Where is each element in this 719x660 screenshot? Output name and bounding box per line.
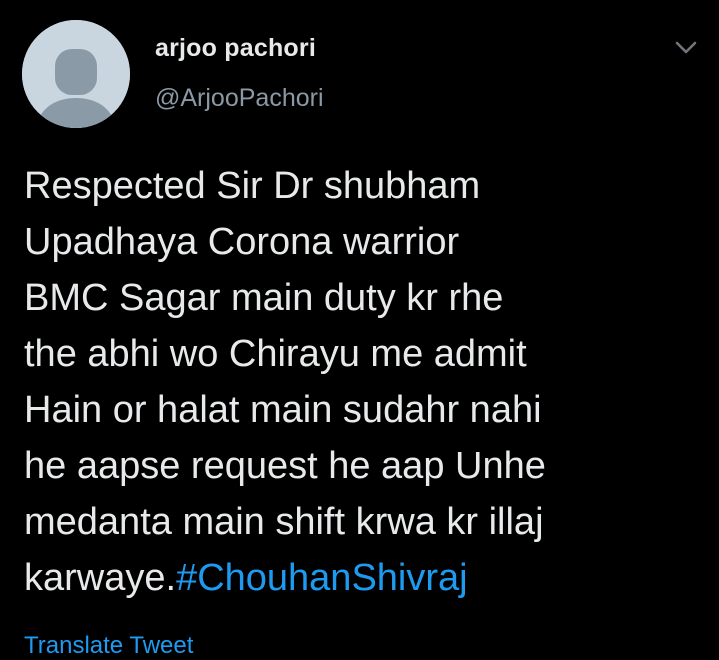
- display-name[interactable]: arjoo pachori: [155, 34, 316, 63]
- user-handle[interactable]: @ArjooPachori: [155, 84, 324, 113]
- hashtag-link[interactable]: #ChouhanShivraj: [176, 557, 468, 599]
- chevron-down-icon[interactable]: [672, 36, 700, 58]
- default-avatar-icon: [22, 20, 130, 128]
- tweet-text: Respected Sir Dr shubham Upadhaya Corona…: [24, 158, 684, 606]
- tweet-body: Respected Sir Dr shubham Upadhaya Corona…: [24, 165, 546, 599]
- avatar[interactable]: [22, 20, 130, 128]
- tweet: arjoo pachori @ArjooPachori Respected Si…: [0, 0, 719, 659]
- translate-tweet-link[interactable]: Translate Tweet: [24, 632, 193, 660]
